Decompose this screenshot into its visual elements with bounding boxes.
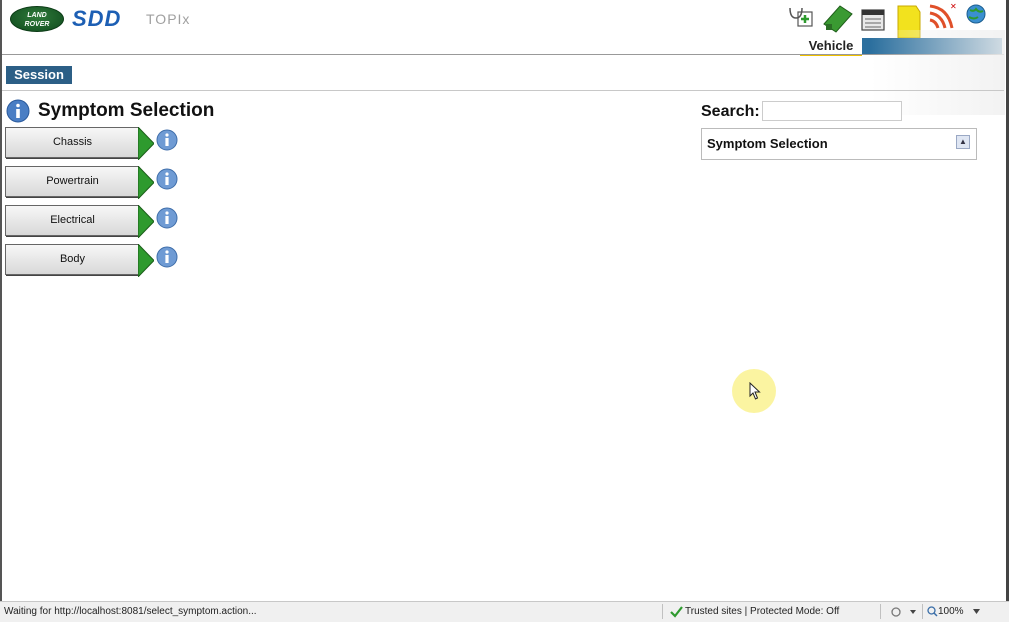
sdd-logo: SDD <box>72 6 122 31</box>
info-icon <box>6 99 30 123</box>
page-title: Symptom Selection <box>38 100 215 121</box>
search-input[interactable] <box>762 101 902 121</box>
category-chassis[interactable]: Chassis <box>5 127 154 160</box>
calendar-icon[interactable] <box>860 2 886 32</box>
topix-link[interactable]: TOPIx <box>146 11 190 27</box>
status-separator <box>922 604 923 619</box>
security-zone-text[interactable]: Trusted sites | Protected Mode: Off <box>685 606 839 617</box>
security-settings-icon[interactable] <box>890 606 916 618</box>
status-text: Waiting for http://localhost:8081/select… <box>4 606 257 617</box>
arrow-right-icon <box>138 244 154 277</box>
category-button[interactable]: Powertrain <box>5 166 139 197</box>
status-bar: Waiting for http://localhost:8081/select… <box>0 601 1009 622</box>
chevron-down-icon[interactable] <box>973 609 980 614</box>
header-divider <box>2 54 1004 55</box>
arrow-right-icon <box>138 127 154 160</box>
status-separator <box>880 604 881 619</box>
session-button[interactable]: Session <box>6 66 72 84</box>
arrow-right-icon <box>138 166 154 199</box>
category-button[interactable]: Electrical <box>5 205 139 236</box>
session-bar: Session <box>2 60 1004 91</box>
green-tag-icon[interactable] <box>820 2 854 34</box>
search-label: Search: <box>701 103 760 120</box>
checkmark-icon <box>670 606 683 618</box>
category-button[interactable]: Chassis <box>5 127 139 158</box>
status-separator <box>662 604 663 619</box>
info-icon[interactable] <box>156 168 178 190</box>
zoom-level[interactable]: 100% <box>938 606 964 617</box>
collapse-button[interactable]: ▲ <box>956 135 970 149</box>
info-icon[interactable] <box>156 207 178 229</box>
info-icon[interactable] <box>156 129 178 151</box>
mouse-cursor-icon <box>749 382 761 400</box>
category-powertrain[interactable]: Powertrain <box>5 166 154 199</box>
zoom-icon[interactable] <box>927 606 938 617</box>
globe-icon[interactable] <box>964 2 990 32</box>
panel-title: Symptom Selection <box>707 136 828 151</box>
window-frame <box>0 0 1009 621</box>
svg-text:✕: ✕ <box>950 2 956 11</box>
info-icon[interactable] <box>156 246 178 268</box>
arrow-right-icon <box>138 205 154 238</box>
symptom-selection-panel: Symptom Selection ▲ <box>701 128 977 160</box>
category-electrical[interactable]: Electrical <box>5 205 154 238</box>
stethoscope-icon[interactable] <box>786 2 816 32</box>
category-button[interactable]: Body <box>5 244 139 275</box>
land-rover-logo: LAND ROVER <box>10 6 64 32</box>
category-body[interactable]: Body <box>5 244 154 277</box>
